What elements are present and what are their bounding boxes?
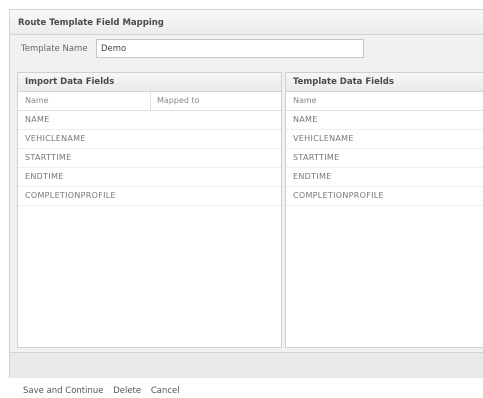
dialog-footer-bar [9,352,483,378]
template-row[interactable]: ENDTIME [286,168,483,187]
import-row[interactable]: COMPLETIONPROFILE [18,187,281,206]
dialog-title: Route Template Field Mapping [18,18,164,28]
cancel-button[interactable]: Cancel [151,386,180,396]
import-row[interactable]: ENDTIME [18,168,281,187]
template-data-fields-panel: Template Data Fields Name NAME VEHICLENA… [285,72,483,348]
import-panel-header: Import Data Fields [18,73,281,92]
save-and-continue-button[interactable]: Save and Continue [23,386,103,396]
template-row[interactable]: VEHICLENAME [286,130,483,149]
column-header-mapped-to[interactable]: Mapped to [150,92,200,110]
template-name-label: Template Name [21,44,88,54]
dialog-titlebar: Route Template Field Mapping [9,9,483,35]
template-row[interactable]: STARTTIME [286,149,483,168]
dialog-actions: Save and Continue Delete Cancel [23,386,187,396]
template-row[interactable]: COMPLETIONPROFILE [286,187,483,206]
column-header-name[interactable]: Name [293,92,317,110]
delete-button[interactable]: Delete [113,386,141,396]
template-name-input[interactable] [96,39,364,58]
template-panel-header: Template Data Fields [286,73,483,92]
import-row[interactable]: VEHICLENAME [18,130,281,149]
field-mapping-dialog: Route Template Field Mapping Template Na… [0,0,483,398]
import-row[interactable]: NAME [18,111,281,130]
import-data-fields-panel: Import Data Fields Name Mapped to NAME V… [17,72,282,348]
template-row[interactable]: NAME [286,111,483,130]
column-header-name[interactable]: Name [25,92,49,110]
import-row[interactable]: STARTTIME [18,149,281,168]
import-column-headers: Name Mapped to [18,92,281,111]
template-column-headers: Name [286,92,483,111]
